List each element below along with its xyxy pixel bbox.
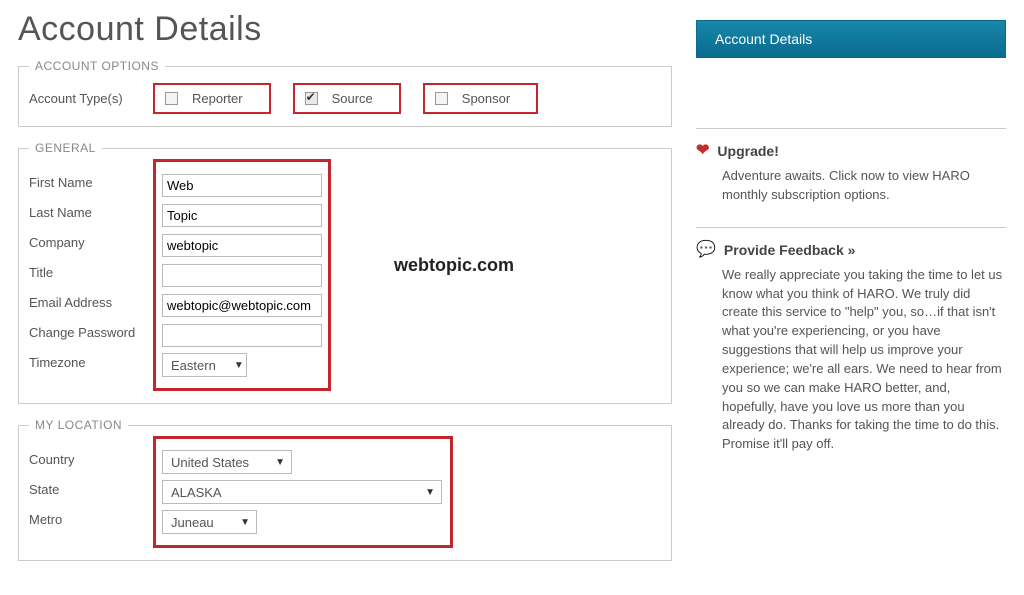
feedback-block: 💬 Provide Feedback » We really appreciat…: [696, 227, 1006, 454]
checkbox-reporter[interactable]: [165, 92, 178, 105]
country-select[interactable]: United States ▼: [162, 450, 292, 474]
account-type-label: Source: [332, 91, 373, 106]
sidebar-tab-account-details[interactable]: Account Details: [696, 20, 1006, 58]
account-type-label: Sponsor: [462, 91, 510, 106]
account-type-label: Reporter: [192, 91, 243, 106]
general-inputs-region: Eastern ▼: [153, 159, 331, 391]
change-password-input[interactable]: [162, 324, 322, 347]
state-select[interactable]: ALASKA ▼: [162, 480, 442, 504]
metro-label: Metro: [29, 512, 153, 527]
change-password-label: Change Password: [29, 325, 153, 340]
account-options-fieldset: ACCOUNT OPTIONS Account Type(s) Reporter…: [18, 59, 672, 127]
speech-bubble-icon: 💬: [696, 242, 716, 258]
account-type-sponsor[interactable]: Sponsor: [423, 83, 538, 114]
upgrade-heading[interactable]: ❤ Upgrade!: [696, 143, 1006, 159]
title-label: Title: [29, 265, 153, 280]
location-legend: MY LOCATION: [29, 418, 128, 432]
upgrade-heading-text: Upgrade!: [717, 143, 778, 159]
chevron-down-icon: ▼: [425, 487, 435, 498]
account-type-source[interactable]: Source: [293, 83, 401, 114]
general-legend: GENERAL: [29, 141, 102, 155]
title-input[interactable]: [162, 264, 322, 287]
metro-select[interactable]: Juneau ▼: [162, 510, 257, 534]
account-type-reporter[interactable]: Reporter: [153, 83, 271, 114]
account-options-legend: ACCOUNT OPTIONS: [29, 59, 165, 73]
last-name-label: Last Name: [29, 205, 153, 220]
metro-value: Juneau: [171, 515, 214, 530]
country-label: Country: [29, 452, 153, 467]
general-fieldset: GENERAL webtopic.com First Name Last Nam…: [18, 141, 672, 404]
heart-icon: ❤: [696, 143, 709, 159]
email-input[interactable]: [162, 294, 322, 317]
state-label: State: [29, 482, 153, 497]
location-inputs-region: United States ▼ ALASKA ▼ Juneau ▼: [153, 436, 453, 548]
state-value: ALASKA: [171, 485, 222, 500]
page-title: Account Details: [18, 10, 672, 49]
chevron-down-icon: ▼: [240, 517, 250, 528]
chevron-down-icon: ▼: [234, 360, 244, 371]
location-fieldset: MY LOCATION Country State Metro United S…: [18, 418, 672, 561]
feedback-heading[interactable]: 💬 Provide Feedback »: [696, 242, 1006, 258]
watermark-text: webtopic.com: [394, 255, 514, 276]
last-name-input[interactable]: [162, 204, 322, 227]
company-input[interactable]: [162, 234, 322, 257]
chevron-down-icon: ▼: [275, 457, 285, 468]
first-name-label: First Name: [29, 175, 153, 190]
feedback-body: We really appreciate you taking the time…: [696, 266, 1006, 454]
checkbox-sponsor[interactable]: [435, 92, 448, 105]
timezone-select[interactable]: Eastern ▼: [162, 353, 247, 377]
timezone-value: Eastern: [171, 358, 216, 373]
email-label: Email Address: [29, 295, 153, 310]
checkbox-source[interactable]: [305, 92, 318, 105]
timezone-label: Timezone: [29, 355, 153, 370]
upgrade-body: Adventure awaits. Click now to view HARO…: [696, 167, 1006, 205]
first-name-input[interactable]: [162, 174, 322, 197]
company-label: Company: [29, 235, 153, 250]
country-value: United States: [171, 455, 249, 470]
account-types-label: Account Type(s): [29, 91, 153, 106]
upgrade-block: ❤ Upgrade! Adventure awaits. Click now t…: [696, 128, 1006, 205]
feedback-heading-text: Provide Feedback »: [724, 242, 856, 258]
